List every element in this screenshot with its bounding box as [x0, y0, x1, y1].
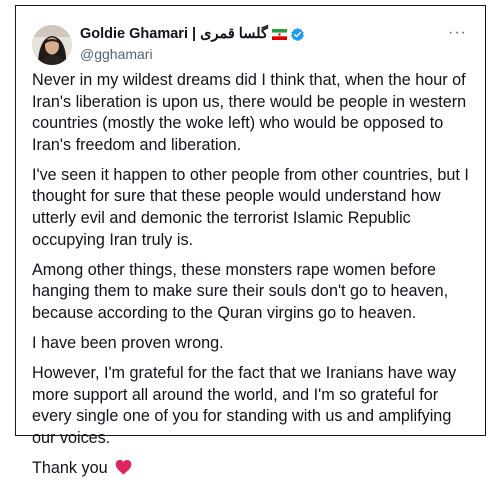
author-display-name[interactable]: Goldie Ghamari | گلسا قمری: [80, 26, 268, 42]
tweet-closing: Thank you: [32, 458, 471, 480]
author-name-line: Goldie Ghamari | گلسا قمری: [80, 26, 305, 42]
closing-text: Thank you: [32, 459, 108, 477]
iran-flag-icon: [271, 28, 287, 40]
tweet-paragraph-5: However, I'm grateful for the fact that …: [32, 364, 457, 447]
screenshot-frame: Goldie Ghamari | گلسا قمری @gghamari ···…: [15, 5, 486, 477]
author-avatar[interactable]: [32, 25, 72, 65]
avatar-image: [32, 25, 72, 65]
tweet-card: Goldie Ghamari | گلسا قمری @gghamari ···…: [16, 6, 485, 477]
tweet-text: Never in my wildest dreams did I think t…: [32, 70, 471, 488]
tweet-paragraph-3: Among other things, these monsters rape …: [32, 260, 449, 322]
tweet-header: Goldie Ghamari | گلسا قمری @gghamari ···: [32, 22, 469, 66]
more-options-icon[interactable]: ···: [448, 25, 467, 41]
tweet-paragraph-1: Never in my wildest dreams did I think t…: [32, 71, 467, 154]
verified-badge-icon: [290, 27, 304, 41]
author-handle[interactable]: @gghamari: [80, 46, 153, 62]
tweet-paragraph-4: I have been proven wrong.: [32, 334, 224, 353]
red-heart-icon: [115, 459, 132, 475]
tweet-paragraph-2: I've seen it happen to other people from…: [32, 165, 469, 249]
